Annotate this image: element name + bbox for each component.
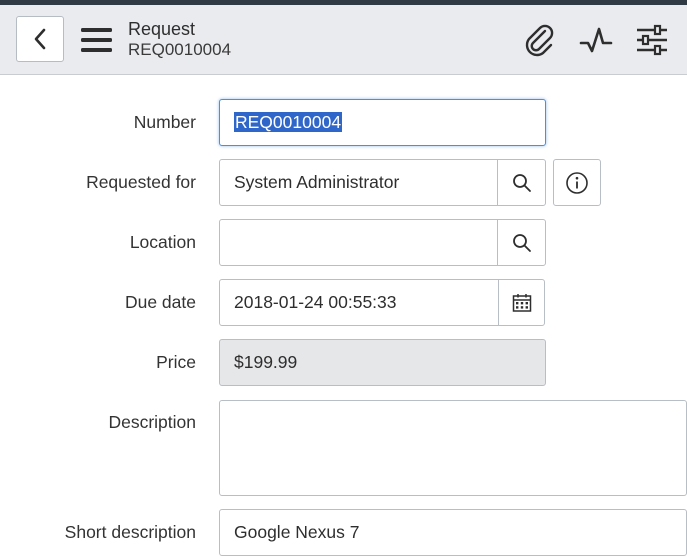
activity-pulse-icon — [579, 27, 613, 53]
price-label: Price — [156, 352, 196, 372]
header-titles: Request REQ0010004 — [128, 18, 231, 60]
activity-button[interactable] — [578, 22, 614, 58]
requested-for-info-button[interactable] — [553, 159, 601, 206]
attachment-button[interactable] — [522, 22, 558, 58]
description-label: Description — [108, 412, 196, 432]
location-input[interactable] — [220, 220, 497, 265]
number-label: Number — [133, 112, 196, 132]
back-button[interactable] — [16, 16, 64, 62]
search-icon — [512, 233, 531, 252]
chevron-left-icon — [34, 28, 46, 50]
short-description-value: Google Nexus 7 — [234, 522, 360, 542]
due-date-field[interactable]: 2018-01-24 00:55:33 — [219, 279, 545, 326]
short-description-field[interactable]: Google Nexus 7 — [219, 509, 687, 556]
due-date-value: 2018-01-24 00:55:33 — [234, 292, 397, 312]
due-date-label: Due date — [124, 292, 196, 312]
location-label: Location — [129, 232, 196, 252]
requested-for-lookup-button[interactable] — [497, 160, 545, 205]
due-date-picker-button[interactable] — [498, 280, 544, 325]
sliders-icon — [637, 24, 667, 56]
price-field: $199.99 — [219, 339, 546, 386]
form-header: Request REQ0010004 — [0, 5, 687, 75]
hamburger-menu-icon — [81, 28, 112, 52]
number-value: REQ0010004 — [234, 112, 343, 132]
search-icon — [512, 173, 531, 192]
page-title: Request — [128, 19, 196, 39]
requested-for-field[interactable]: System Administrator — [219, 159, 546, 206]
paperclip-icon — [525, 24, 554, 57]
description-textarea[interactable] — [219, 400, 687, 496]
info-icon — [566, 171, 588, 194]
short-description-label: Short description — [64, 522, 196, 542]
price-value: $199.99 — [234, 352, 298, 372]
personalize-button[interactable] — [634, 22, 670, 58]
calendar-icon — [512, 293, 531, 312]
record-number: REQ0010004 — [128, 40, 232, 59]
number-field[interactable]: REQ0010004 — [219, 99, 546, 146]
menu-button[interactable] — [81, 26, 112, 54]
location-lookup-button[interactable] — [497, 220, 545, 265]
location-field[interactable] — [219, 219, 546, 266]
requested-for-value: System Administrator — [234, 172, 400, 192]
requested-for-label: Requested for — [86, 172, 196, 192]
